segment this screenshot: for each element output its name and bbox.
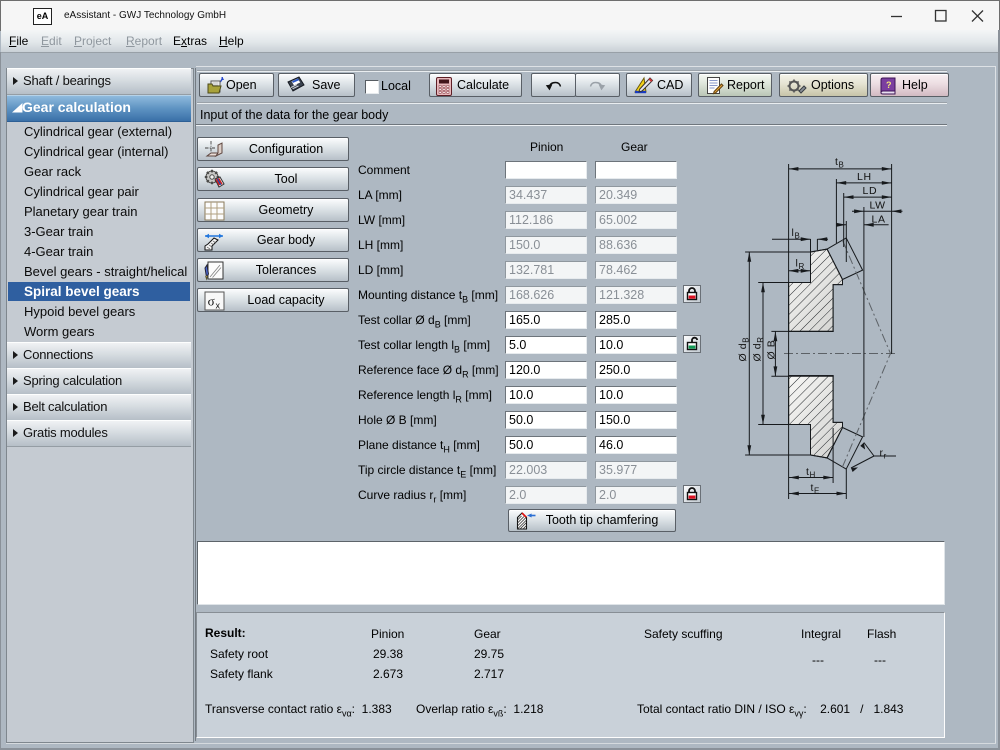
- svg-text:x: x: [216, 301, 221, 311]
- svg-text:tE: tE: [811, 482, 820, 496]
- svg-text:LA: LA: [872, 214, 886, 226]
- svg-text:LH: LH: [857, 171, 872, 183]
- svg-text:?: ?: [886, 80, 892, 90]
- svg-text:tH: tH: [806, 466, 816, 480]
- svg-text:lR: lR: [796, 258, 805, 272]
- svg-text:lB: lB: [792, 227, 801, 241]
- svg-text:Ø dB: Ø dB: [737, 337, 751, 362]
- svg-text:Ø dR: Ø dR: [752, 336, 766, 361]
- svg-text:σ: σ: [208, 294, 215, 309]
- svg-text:LW: LW: [870, 200, 886, 212]
- svg-text:LD: LD: [863, 185, 878, 197]
- svg-text:rr: rr: [880, 447, 887, 461]
- svg-text:tB: tB: [835, 156, 844, 170]
- svg-text:Ø B: Ø B: [766, 340, 778, 360]
